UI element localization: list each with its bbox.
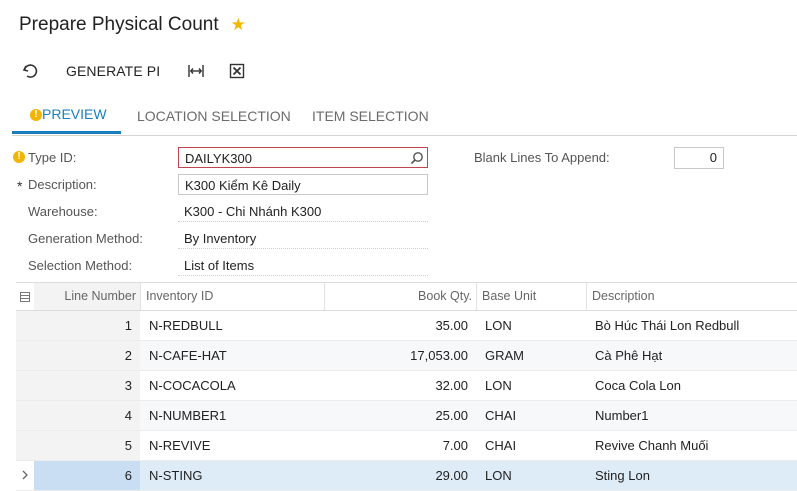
title-row: Prepare Physical Count ★ bbox=[19, 14, 246, 36]
type-id-value: DAILYK300 bbox=[185, 151, 252, 166]
description-cell: Cà Phê Hạt bbox=[595, 348, 663, 363]
description-label: Description: bbox=[28, 177, 97, 192]
tab-preview-label: PREVIEW bbox=[42, 106, 107, 122]
base-unit-cell: LON bbox=[485, 318, 512, 333]
col-description[interactable]: Description bbox=[586, 283, 797, 310]
inventory-id-cell[interactable]: N-COCACOLA bbox=[149, 371, 236, 400]
selection-method-value: List of Items bbox=[184, 258, 255, 273]
search-icon[interactable] bbox=[410, 150, 424, 165]
book-qty-cell: 35.00 bbox=[435, 318, 468, 333]
warehouse-label: Warehouse: bbox=[28, 204, 98, 219]
table-row[interactable]: 5 N-REVIVE 7.00 CHAI Revive Chanh Muối bbox=[16, 431, 797, 461]
table-row[interactable]: 3 N-COCACOLA 32.00 LON Coca Cola Lon bbox=[16, 371, 797, 401]
preview-grid: Line Number Inventory ID Book Qty. Base … bbox=[16, 282, 797, 491]
tab-location-selection[interactable]: LOCATION SELECTION bbox=[137, 99, 291, 135]
table-row-selected[interactable]: 6 N-STING 29.00 LON Sting Lon bbox=[16, 461, 797, 491]
line-number-cell: 6 bbox=[124, 468, 132, 483]
export-excel-icon[interactable] bbox=[228, 62, 246, 80]
col-base-unit[interactable]: Base Unit bbox=[476, 283, 586, 310]
base-unit-cell: GRAM bbox=[485, 348, 524, 363]
required-marker: * bbox=[17, 178, 23, 194]
book-qty-cell: 29.00 bbox=[435, 468, 468, 483]
row-selector[interactable] bbox=[16, 431, 35, 460]
book-qty-cell: 7.00 bbox=[442, 438, 468, 453]
col-inventory-id[interactable]: Inventory ID bbox=[140, 283, 324, 310]
selection-method-field: List of Items bbox=[178, 255, 428, 276]
tab-preview[interactable]: ! PREVIEW bbox=[12, 99, 121, 134]
generation-method-value: By Inventory bbox=[184, 231, 257, 246]
generation-method-label: Generation Method: bbox=[28, 231, 143, 246]
base-unit-cell: LON bbox=[485, 468, 512, 483]
toolbar: GENERATE PI bbox=[20, 60, 246, 82]
chevron-right-icon bbox=[22, 470, 28, 480]
line-number-cell: 4 bbox=[124, 408, 132, 423]
col-line-number[interactable]: Line Number bbox=[34, 283, 140, 310]
tab-bar: ! PREVIEW LOCATION SELECTION ITEM SELECTI… bbox=[12, 99, 797, 136]
inventory-id-cell[interactable]: N-STING bbox=[149, 461, 202, 490]
line-number-cell: 2 bbox=[124, 348, 132, 363]
table-row[interactable]: 4 N-NUMBER1 25.00 CHAI Number1 bbox=[16, 401, 797, 431]
row-selector[interactable] bbox=[16, 461, 35, 490]
warehouse-field: K300 - Chi Nhánh K300 bbox=[178, 201, 428, 222]
row-selector[interactable] bbox=[16, 311, 35, 340]
selection-method-label: Selection Method: bbox=[28, 258, 133, 273]
description-cell: Bò Húc Thái Lon Redbull bbox=[595, 318, 740, 333]
warehouse-value: K300 - Chi Nhánh K300 bbox=[184, 204, 322, 219]
generate-pi-button[interactable]: GENERATE PI bbox=[66, 63, 160, 79]
tab-item-selection[interactable]: ITEM SELECTION bbox=[312, 99, 429, 135]
row-selector[interactable] bbox=[16, 341, 35, 370]
line-number-cell: 1 bbox=[124, 318, 132, 333]
inventory-id-cell[interactable]: N-NUMBER1 bbox=[149, 401, 226, 430]
type-id-warning-icon: ! bbox=[13, 151, 25, 163]
row-selector[interactable] bbox=[16, 371, 35, 400]
star-icon[interactable]: ★ bbox=[231, 15, 246, 35]
warning-icon: ! bbox=[30, 109, 42, 122]
book-qty-cell: 32.00 bbox=[435, 378, 468, 393]
description-cell: Number1 bbox=[595, 408, 649, 423]
undo-icon[interactable] bbox=[20, 61, 40, 81]
row-selector-icon[interactable] bbox=[16, 283, 34, 310]
inventory-id-cell[interactable]: N-REVIVE bbox=[149, 431, 210, 460]
book-qty-cell: 25.00 bbox=[435, 408, 468, 423]
type-id-label: Type ID: bbox=[28, 150, 77, 165]
tab-location-selection-label: LOCATION SELECTION bbox=[137, 108, 291, 124]
inventory-id-cell[interactable]: N-CAFE-HAT bbox=[149, 341, 227, 370]
base-unit-cell: LON bbox=[485, 378, 512, 393]
grid-header: Line Number Inventory ID Book Qty. Base … bbox=[16, 282, 797, 311]
fit-columns-icon[interactable] bbox=[186, 61, 206, 81]
description-cell: Revive Chanh Muối bbox=[595, 438, 709, 453]
col-book-qty[interactable]: Book Qty. bbox=[324, 283, 476, 310]
inventory-id-cell[interactable]: N-REDBULL bbox=[149, 311, 223, 340]
line-number-cell: 5 bbox=[124, 438, 132, 453]
page-title: Prepare Physical Count bbox=[19, 14, 219, 35]
tab-item-selection-label: ITEM SELECTION bbox=[312, 108, 429, 124]
book-qty-cell: 17,053.00 bbox=[410, 348, 468, 363]
generation-method-field: By Inventory bbox=[178, 228, 428, 249]
line-number-cell: 3 bbox=[124, 378, 132, 393]
base-unit-cell: CHAI bbox=[485, 438, 517, 453]
type-id-field[interactable]: DAILYK300 bbox=[178, 147, 428, 168]
blank-lines-input[interactable]: 0 bbox=[674, 147, 724, 169]
table-row[interactable]: 2 N-CAFE-HAT 17,053.00 GRAM Cà Phê Hạt bbox=[16, 341, 797, 371]
description-field[interactable]: K300 Kiểm Kê Daily bbox=[178, 174, 428, 195]
blank-lines-label: Blank Lines To Append: bbox=[474, 150, 610, 165]
description-cell: Coca Cola Lon bbox=[595, 378, 681, 393]
row-selector[interactable] bbox=[16, 401, 35, 430]
description-value: K300 Kiểm Kê Daily bbox=[185, 178, 301, 193]
table-row[interactable]: 1 N-REDBULL 35.00 LON Bò Húc Thái Lon Re… bbox=[16, 311, 797, 341]
base-unit-cell: CHAI bbox=[485, 408, 517, 423]
description-cell: Sting Lon bbox=[595, 468, 650, 483]
